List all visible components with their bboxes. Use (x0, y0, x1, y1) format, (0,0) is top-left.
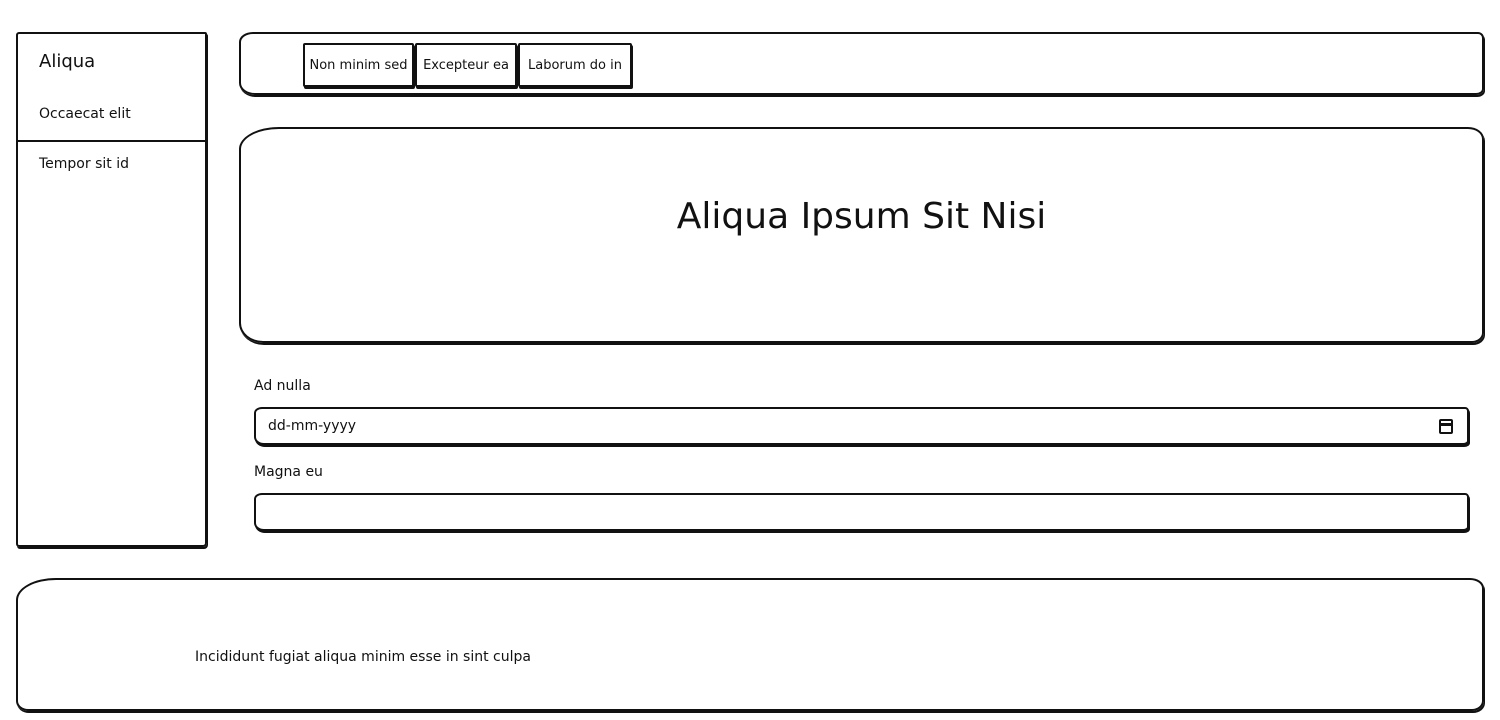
sidebar: Aliqua Occaecat elit Tempor sit id (16, 32, 207, 547)
date-field-container (254, 407, 1469, 445)
text-field-container (254, 493, 1469, 531)
sidebar-divider (18, 140, 205, 142)
date-field-label: Ad nulla (254, 378, 311, 394)
hero-banner: Aliqua Ipsum Sit Nisi (239, 127, 1484, 343)
text-field[interactable] (256, 495, 1467, 529)
sidebar-item-occaecat-elit[interactable]: Occaecat elit (39, 106, 131, 122)
tab-laborum-do-in[interactable]: Laborum do in (518, 43, 632, 87)
footer: Incididunt fugiat aliqua minim esse in s… (16, 578, 1484, 711)
sidebar-title: Aliqua (39, 51, 96, 72)
sidebar-item-tempor-sit-id[interactable]: Tempor sit id (39, 156, 129, 172)
calendar-icon[interactable] (1439, 419, 1453, 434)
footer-text: Incididunt fugiat aliqua minim esse in s… (195, 649, 531, 665)
date-field[interactable] (256, 409, 1467, 443)
text-field-label: Magna eu (254, 464, 323, 480)
tab-excepteur-ea[interactable]: Excepteur ea (415, 43, 517, 87)
tab-non-minim-sed[interactable]: Non minim sed (303, 43, 414, 87)
top-nav-bar: Non minim sed Excepteur ea Laborum do in (239, 32, 1484, 95)
hero-title: Aliqua Ipsum Sit Nisi (676, 196, 1047, 238)
